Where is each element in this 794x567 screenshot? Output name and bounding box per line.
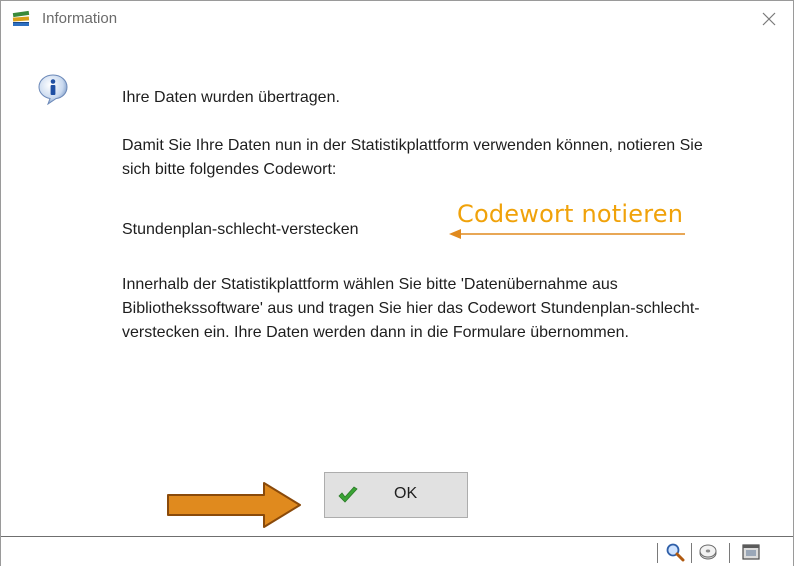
- annotation-arrow-icon: [449, 229, 685, 239]
- statusbar-separator: [691, 543, 692, 563]
- window-title: Information: [42, 10, 118, 27]
- ok-button[interactable]: OK: [324, 472, 468, 518]
- pointer-arrow-icon: [167, 482, 301, 528]
- statusbar-separator: [729, 543, 730, 563]
- message-area: Ihre Daten wurden übertragen. Damit Sie …: [1, 40, 793, 535]
- status-bar: [1, 536, 793, 567]
- magnifier-icon[interactable]: [665, 542, 685, 562]
- message-paragraph-2: Damit Sie Ihre Daten nun in der Statisti…: [122, 137, 703, 178]
- info-icon: [38, 74, 68, 105]
- message-paragraph-4: Innerhalb der Statistikplattform wählen …: [122, 276, 700, 341]
- checkmark-icon: [338, 486, 358, 503]
- codeword-text: Stundenplan-schlecht-verstecken: [122, 221, 359, 238]
- books-icon: [12, 10, 30, 26]
- disc-icon[interactable]: [698, 542, 718, 562]
- information-dialog: Information Ihre Daten wurden übertragen…: [0, 0, 794, 567]
- ok-button-label: OK: [394, 485, 418, 502]
- window-icon[interactable]: [741, 542, 761, 562]
- message-line-1: Ihre Daten wurden übertragen.: [122, 89, 340, 106]
- title-bar: Information: [1, 1, 793, 39]
- close-icon[interactable]: [759, 9, 779, 29]
- statusbar-separator: [657, 543, 658, 563]
- annotation-label: Codewort notieren: [457, 200, 684, 228]
